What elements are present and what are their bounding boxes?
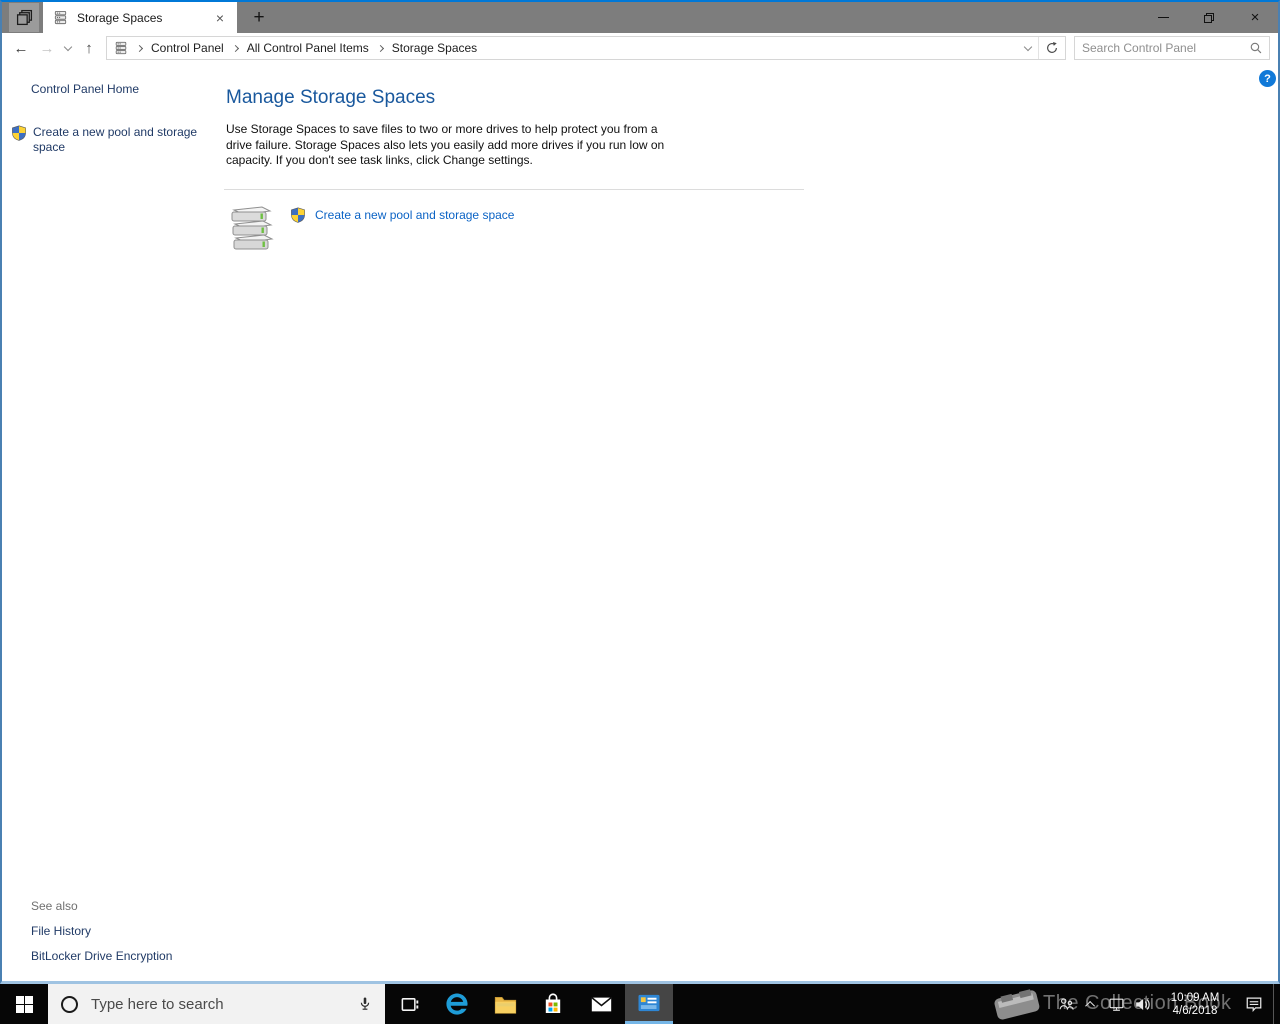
up-button[interactable]: ↑ — [76, 36, 102, 60]
control-panel-search[interactable] — [1074, 36, 1270, 60]
sidebar-item-bitlocker[interactable]: BitLocker Drive Encryption — [31, 949, 172, 963]
microsoft-store-icon — [541, 992, 565, 1016]
chevron-down-icon — [1023, 42, 1032, 51]
page-title: Manage Storage Spaces — [226, 87, 436, 108]
taskbar-app-mail[interactable] — [577, 984, 625, 1024]
forward-button[interactable]: → — [34, 36, 60, 60]
taskbar-search-input[interactable] — [78, 995, 357, 1013]
control-panel-icon — [637, 991, 661, 1015]
action-center-icon — [1245, 995, 1263, 1013]
refresh-button[interactable] — [1039, 37, 1065, 59]
hidden-icons-button[interactable] — [1079, 984, 1103, 1024]
clock-date: 4/6/2018 — [1172, 1004, 1218, 1017]
minimize-button[interactable] — [1140, 2, 1186, 33]
taskbar-app-store[interactable] — [529, 984, 577, 1024]
taskbar-app-control-panel-active[interactable] — [625, 984, 673, 1024]
stacked-windows-icon — [16, 9, 33, 26]
search-input[interactable] — [1082, 41, 1249, 55]
recent-locations-button[interactable] — [60, 36, 76, 60]
edge-icon — [444, 991, 470, 1017]
restore-button[interactable] — [1186, 2, 1232, 33]
create-pool-link[interactable]: Create a new pool and storage space — [315, 208, 514, 222]
breadcrumb-storage-spaces[interactable]: Storage Spaces — [388, 41, 481, 55]
collection-book-logo — [989, 985, 1047, 1023]
close-button[interactable]: × — [1232, 2, 1278, 33]
system-tray: The Collection Book 10:09 AM 4/6/2018 — [987, 984, 1280, 1024]
breadcrumb-control-panel[interactable]: Control Panel — [147, 41, 228, 55]
network-icon — [1108, 996, 1125, 1013]
windows-logo-icon — [15, 995, 33, 1013]
search-icon — [1249, 41, 1263, 55]
see-also-section: See also File History BitLocker Drive En… — [31, 899, 172, 963]
tab-close-button[interactable]: × — [211, 9, 229, 27]
drive-stack-icon — [226, 205, 274, 253]
divider — [224, 188, 804, 190]
cortana-icon — [61, 995, 78, 1013]
breadcrumb-separator-icon — [231, 44, 239, 52]
sidebar-item-label: Create a new pool and storage space — [33, 125, 198, 154]
taskbar-app-file-explorer[interactable] — [481, 984, 529, 1024]
show-desktop-button[interactable] — [1273, 984, 1280, 1024]
address-bar[interactable]: Control Panel All Control Panel Items St… — [106, 36, 1066, 60]
page-description: Use Storage Spaces to save files to two … — [226, 122, 665, 167]
close-icon: × — [1250, 9, 1260, 26]
navigation-bar: ← → ↑ Control Panel All Control Panel It… — [2, 33, 1278, 63]
breadcrumb-separator-icon — [135, 44, 144, 52]
taskbar-search[interactable] — [48, 984, 385, 1024]
action-center-button[interactable] — [1235, 984, 1273, 1024]
people-icon — [1058, 996, 1075, 1013]
main-content: Manage Storage Spaces Use Storage Spaces… — [224, 63, 1278, 981]
address-dropdown-button[interactable] — [1017, 37, 1039, 59]
chevron-down-icon — [63, 42, 73, 51]
taskbar: The Collection Book 10:09 AM 4/6/2018 — [0, 984, 1280, 1024]
restore-icon — [1204, 12, 1214, 23]
mail-icon — [589, 992, 614, 1017]
task-view-icon — [400, 995, 419, 1014]
sidebar-item-control-panel-home[interactable]: Control Panel Home — [31, 82, 139, 96]
sidebar-item-file-history[interactable]: File History — [31, 924, 91, 938]
task-view-button[interactable] — [385, 984, 433, 1024]
desktop: Storage Spaces × + × ← → ↑ Control Panel — [0, 0, 1280, 1024]
back-button[interactable]: ← — [8, 36, 34, 60]
breadcrumb-separator-icon — [376, 44, 384, 52]
create-pool-row: Create a new pool and storage space — [226, 205, 1278, 253]
chevron-up-icon — [1084, 1000, 1095, 1011]
uac-shield-icon — [290, 207, 306, 223]
file-explorer-icon — [493, 992, 518, 1017]
refresh-icon — [1045, 41, 1059, 55]
tabs-overview-button[interactable] — [9, 3, 39, 32]
storage-spaces-icon — [114, 41, 128, 55]
tab-storage-spaces[interactable]: Storage Spaces × — [43, 2, 237, 33]
create-pool-link-row[interactable]: Create a new pool and storage space — [290, 207, 514, 223]
clock[interactable]: 10:09 AM 4/6/2018 — [1155, 991, 1235, 1018]
start-button[interactable] — [0, 984, 48, 1024]
volume-button[interactable] — [1129, 984, 1155, 1024]
uac-shield-icon — [11, 125, 27, 141]
people-button[interactable] — [1053, 984, 1079, 1024]
see-also-title: See also — [31, 899, 78, 913]
taskbar-app-edge[interactable] — [433, 984, 481, 1024]
titlebar-drag-area — [281, 2, 1140, 33]
tab-title: Storage Spaces — [77, 10, 163, 25]
window-body: ? Control Panel Home Create a new pool a… — [2, 63, 1278, 981]
storage-spaces-icon — [53, 10, 68, 25]
control-panel-window: Storage Spaces × + × ← → ↑ Control Panel — [0, 0, 1280, 984]
sidebar: Control Panel Home Create a new pool and… — [2, 63, 212, 981]
breadcrumb-all-items[interactable]: All Control Panel Items — [243, 41, 373, 55]
new-tab-button[interactable]: + — [237, 2, 281, 33]
minimize-icon — [1157, 17, 1169, 18]
clock-time: 10:09 AM — [1170, 991, 1220, 1004]
network-button[interactable] — [1103, 984, 1129, 1024]
titlebar: Storage Spaces × + × — [2, 2, 1278, 33]
microphone-icon[interactable] — [357, 996, 373, 1012]
volume-icon — [1134, 996, 1151, 1013]
sidebar-item-create-pool[interactable]: Create a new pool and storage space — [11, 125, 212, 155]
